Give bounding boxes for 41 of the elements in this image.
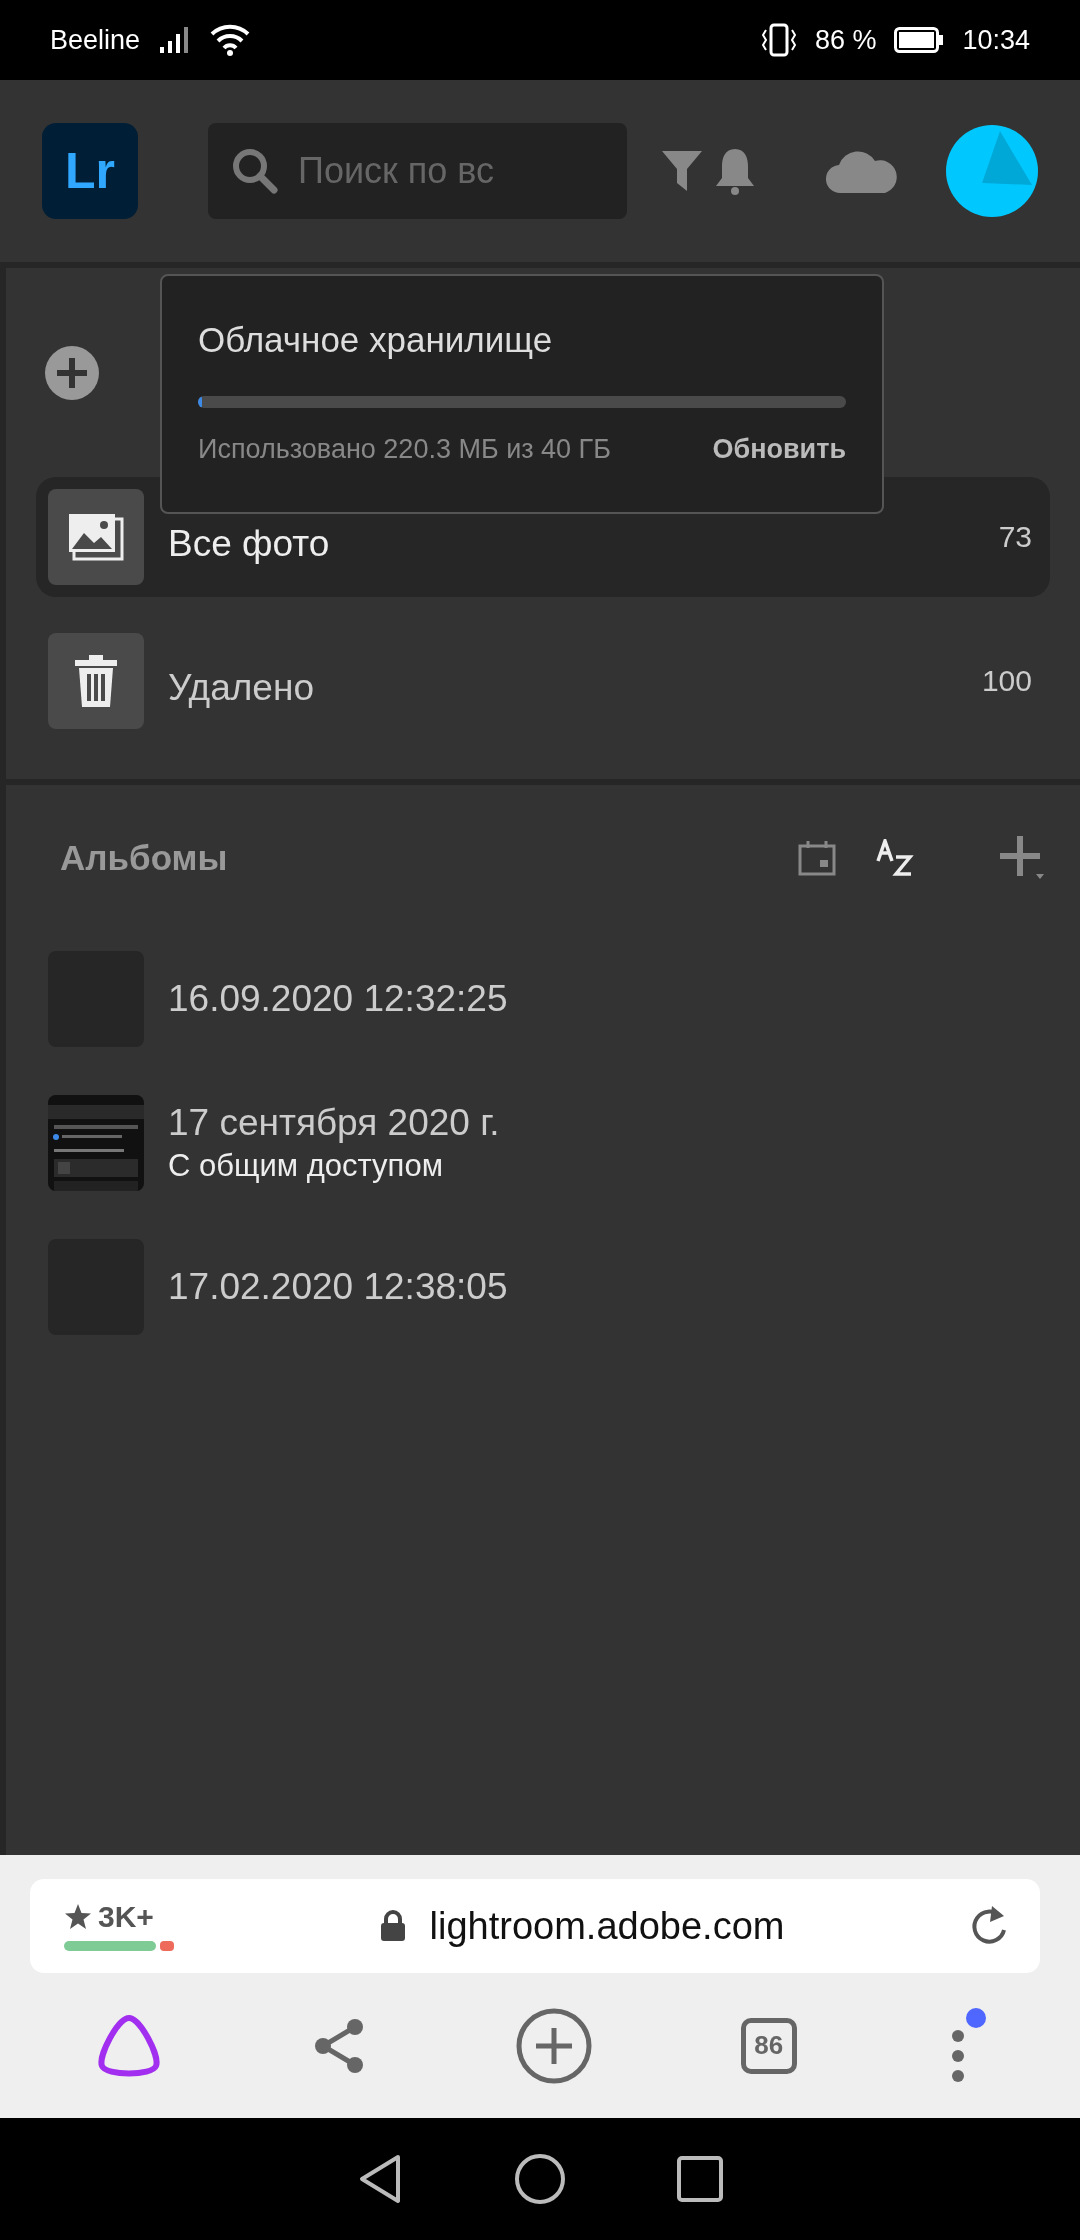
- sort-alphabet-icon[interactable]: [876, 839, 914, 877]
- item-count: 73: [998, 520, 1032, 554]
- home-icon[interactable]: [514, 2153, 566, 2205]
- recents-icon[interactable]: [676, 2155, 724, 2203]
- item-label: Все фото: [168, 522, 330, 565]
- vibrate-icon: [760, 22, 797, 58]
- add-icon[interactable]: [1000, 836, 1044, 880]
- lock-icon: [379, 1910, 406, 1942]
- site-rating: 3K+: [64, 1900, 154, 1934]
- battery-percentage: 86 %: [814, 24, 877, 56]
- album-name[interactable]: 17.02.2020 12:38:05: [168, 1266, 508, 1308]
- url-text: lightroom.adobe.com: [429, 1904, 785, 1948]
- trash-icon: [73, 654, 119, 708]
- star-icon: [64, 1903, 92, 1931]
- search-field[interactable]: Поиск по вс: [208, 123, 627, 219]
- item-count: 100: [981, 664, 1032, 698]
- new-tab-icon[interactable]: [516, 2007, 592, 2084]
- wifi-icon: [210, 24, 251, 56]
- app-logo[interactable]: Lr: [42, 123, 138, 219]
- clock-time: 10:34: [962, 24, 1030, 56]
- photos-icon: [68, 513, 124, 561]
- album-subtitle: С общим доступом: [168, 1148, 444, 1184]
- album-name[interactable]: 17 сентября 2020 г.: [168, 1102, 500, 1144]
- library-item[interactable]: Удалено 100: [36, 621, 1050, 741]
- search-icon: [232, 148, 278, 194]
- upgrade-button[interactable]: Обновить: [712, 434, 846, 465]
- item-label: Удалено: [168, 666, 314, 709]
- section-title: Альбомы: [60, 838, 229, 878]
- search-input[interactable]: Поиск по вс: [296, 149, 600, 193]
- battery-icon: [894, 27, 945, 53]
- popup-title: Облачное хранилище: [198, 320, 554, 360]
- bell-icon[interactable]: [713, 146, 757, 196]
- add-icon[interactable]: [44, 344, 100, 401]
- carrier-name: Beeline: [50, 24, 141, 56]
- calendar-icon[interactable]: [798, 840, 836, 876]
- album-name[interactable]: 16.09.2020 12:32:25: [168, 978, 508, 1020]
- tabs-button[interactable]: 86: [740, 2017, 797, 2074]
- filter-icon[interactable]: [661, 149, 703, 193]
- address-bar[interactable]: 3K+ lightroom.adobe.com: [30, 1879, 1040, 1973]
- storage-usage: Использовано 220.3 МБ из 40 ГБ: [198, 434, 612, 465]
- avatar[interactable]: [946, 125, 1038, 217]
